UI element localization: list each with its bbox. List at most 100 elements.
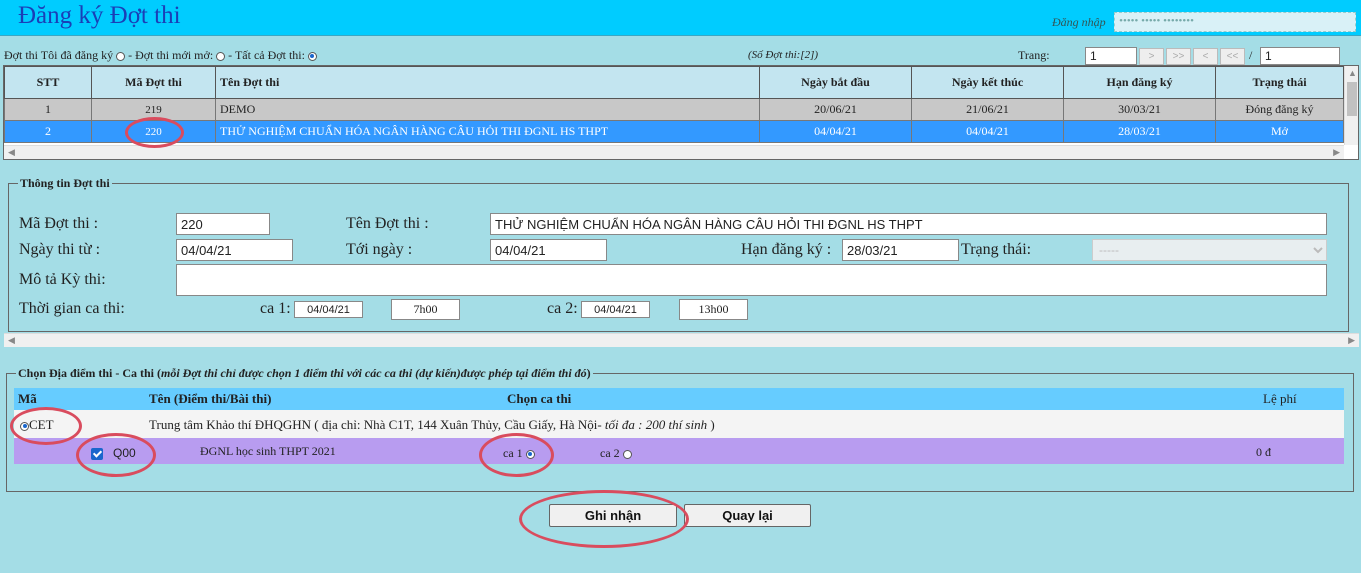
- cell-trang-thai: Mở: [1215, 120, 1344, 143]
- site-code: CET: [29, 417, 54, 432]
- cell-ket-thuc: 21/06/21: [911, 98, 1064, 121]
- exam-checkbox[interactable]: [91, 448, 103, 461]
- trang-thai-select[interactable]: -----: [1092, 239, 1327, 261]
- ten-label: Tên Đợt thi :: [346, 215, 429, 232]
- ca2-option[interactable]: ca 2: [600, 446, 632, 461]
- grid-horizontal-scrollbar[interactable]: ◀ ▶: [4, 145, 1344, 159]
- ca1-option-label: ca 1: [503, 446, 523, 460]
- pager-last-button[interactable]: >>: [1166, 48, 1191, 65]
- filter-new-radio[interactable]: [216, 51, 226, 61]
- ma-label: Mã Đợt thi :: [19, 215, 99, 232]
- ca1-date-field[interactable]: [294, 301, 363, 318]
- cell-han: 30/03/21: [1063, 98, 1216, 121]
- cell-ten: THỬ NGHIỆM CHUẨN HÓA NGÂN HÀNG CÂU HỎI T…: [215, 120, 760, 143]
- ca1-time-field[interactable]: [391, 299, 460, 320]
- ma-dot-thi-field[interactable]: [176, 213, 270, 235]
- table-row-selected[interactable]: 2 220 THỬ NGHIỆM CHUẨN HÓA NGÂN HÀNG CÂU…: [4, 120, 1344, 143]
- ngay-thi-tu-field[interactable]: [176, 239, 293, 261]
- scroll-up-icon[interactable]: ▲: [1348, 68, 1357, 78]
- site-name: Trung tâm Khảo thí ĐHQGHN ( địa chỉ: Nhà…: [149, 417, 715, 433]
- pager-prev-button[interactable]: <: [1193, 48, 1218, 65]
- pager-label: Trang:: [1018, 48, 1050, 62]
- cell-bat-dau: 04/04/21: [759, 120, 912, 143]
- location-legend: Chọn Địa điểm thi - Ca thi (mỗi Đợt thi …: [16, 366, 593, 381]
- toi-ngay-label: Tới ngày :: [346, 241, 413, 258]
- ca2-option-label: ca 2: [600, 446, 620, 460]
- submit-button[interactable]: Ghi nhận: [549, 504, 677, 527]
- filter-bar: Đợt thi Tôi đã đăng ký - Đợt thi mới mở:…: [4, 48, 317, 63]
- cell-bat-dau: 20/06/21: [759, 98, 912, 121]
- col-le-phi: Lệ phí: [1263, 391, 1297, 406]
- exam-count: (Số Đợt thi:[2]): [748, 49, 819, 61]
- site-name-end: ): [707, 417, 715, 432]
- location-legend-note: mỗi Đợt thi chỉ được chọn 1 điểm thi với…: [161, 366, 587, 380]
- filter-mine-radio[interactable]: [116, 51, 126, 61]
- site-capacity: tối đa : 200 thí sinh: [601, 417, 708, 432]
- page-title: Đăng ký Đợt thi: [18, 2, 181, 29]
- han-dang-ky-label: Hạn đăng ký :: [741, 241, 832, 258]
- page-total-input[interactable]: [1260, 47, 1340, 65]
- col-bat-dau[interactable]: Ngày bắt đầu: [759, 66, 912, 99]
- col-trang-thai[interactable]: Trạng thái: [1215, 66, 1344, 99]
- ca2-time-field[interactable]: [679, 299, 748, 320]
- login-user-blurred: ••••• ••••• ••••••••: [1114, 12, 1356, 32]
- filter-mine-label: Đợt thi Tôi đã đăng ký: [4, 48, 114, 62]
- col-ma[interactable]: Mã Đợt thi: [91, 66, 216, 99]
- location-legend-title: Chọn Địa điểm thi - Ca thi (: [18, 366, 162, 380]
- login-label: Đăng nhập: [1052, 15, 1106, 29]
- site-name-text: Trung tâm Khảo thí ĐHQGHN ( địa chỉ: Nhà…: [149, 417, 602, 432]
- info-horizontal-scrollbar[interactable]: ◀ ▶: [4, 333, 1359, 347]
- mo-ta-textarea[interactable]: [176, 264, 1327, 296]
- filter-all-label: - Tất cả Đợt thi:: [228, 48, 305, 62]
- filter-new-label: - Đợt thi mới mở:: [128, 48, 214, 62]
- grid-vertical-scrollbar[interactable]: ▲: [1344, 66, 1358, 145]
- ngay-thi-tu-label: Ngày thi từ :: [19, 241, 101, 258]
- cell-ket-thuc: 04/04/21: [911, 120, 1064, 143]
- ca1-option[interactable]: ca 1: [503, 446, 535, 461]
- cell-stt: 2: [4, 120, 92, 143]
- ca2-date-field[interactable]: [581, 301, 650, 318]
- filter-all-radio[interactable]: [307, 51, 317, 61]
- exam-info-legend: Thông tin Đợt thi: [18, 176, 112, 191]
- table-row[interactable]: 1 219 DEMO 20/06/21 21/06/21 30/03/21 Đó…: [4, 98, 1344, 121]
- col-ma-diem: Mã: [18, 391, 37, 406]
- site-radio[interactable]: [20, 421, 29, 431]
- col-stt[interactable]: STT: [4, 66, 92, 99]
- thoi-gian-ca-thi-label: Thời gian ca thi:: [19, 300, 125, 317]
- col-ten[interactable]: Tên Đợt thi: [215, 66, 760, 99]
- scroll-left-icon[interactable]: ◀: [8, 335, 15, 346]
- scroll-left-icon[interactable]: ◀: [8, 147, 15, 158]
- scroll-thumb[interactable]: [1347, 82, 1357, 116]
- cell-trang-thai: Đóng đăng ký: [1215, 98, 1344, 121]
- exam-fee: 0 đ: [1256, 445, 1271, 459]
- cell-ten: DEMO: [215, 98, 760, 121]
- site-select[interactable]: CET: [20, 417, 54, 433]
- exam-name: ĐGNL học sinh THPT 2021: [200, 444, 336, 458]
- ca2-radio[interactable]: [622, 449, 632, 459]
- page-current-input[interactable]: [1085, 47, 1137, 65]
- col-ten-diem: Tên (Điểm thi/Bài thi): [149, 391, 272, 406]
- mo-ta-label: Mô tả Kỳ thi:: [19, 271, 106, 288]
- pager-next-button[interactable]: >: [1139, 48, 1164, 65]
- cell-stt: 1: [4, 98, 92, 121]
- exam-table: STT Mã Đợt thi Tên Đợt thi Ngày bắt đầu …: [3, 65, 1359, 160]
- col-ket-thuc[interactable]: Ngày kết thúc: [911, 66, 1064, 99]
- pager-first-button[interactable]: <<: [1220, 48, 1245, 65]
- cell-han: 28/03/21: [1063, 120, 1216, 143]
- col-han[interactable]: Hạn đăng ký: [1063, 66, 1216, 99]
- col-chon-ca: Chọn ca thi: [507, 391, 572, 406]
- ten-dot-thi-field[interactable]: [490, 213, 1327, 235]
- location-legend-end: ): [586, 366, 591, 380]
- ca1-radio[interactable]: [525, 449, 535, 459]
- toi-ngay-field[interactable]: [490, 239, 607, 261]
- exam-code: Q00: [113, 446, 136, 460]
- cell-ma: 219: [91, 98, 216, 121]
- scroll-right-icon[interactable]: ▶: [1333, 147, 1340, 158]
- scroll-right-icon[interactable]: ▶: [1348, 335, 1355, 346]
- back-button[interactable]: Quay lại: [684, 504, 811, 527]
- cell-ma: 220: [91, 120, 216, 143]
- trang-thai-label: Trạng thái:: [961, 241, 1032, 258]
- han-dang-ky-field[interactable]: [842, 239, 959, 261]
- ca1-label: ca 1:: [260, 300, 291, 317]
- pager-separator: /: [1249, 48, 1253, 62]
